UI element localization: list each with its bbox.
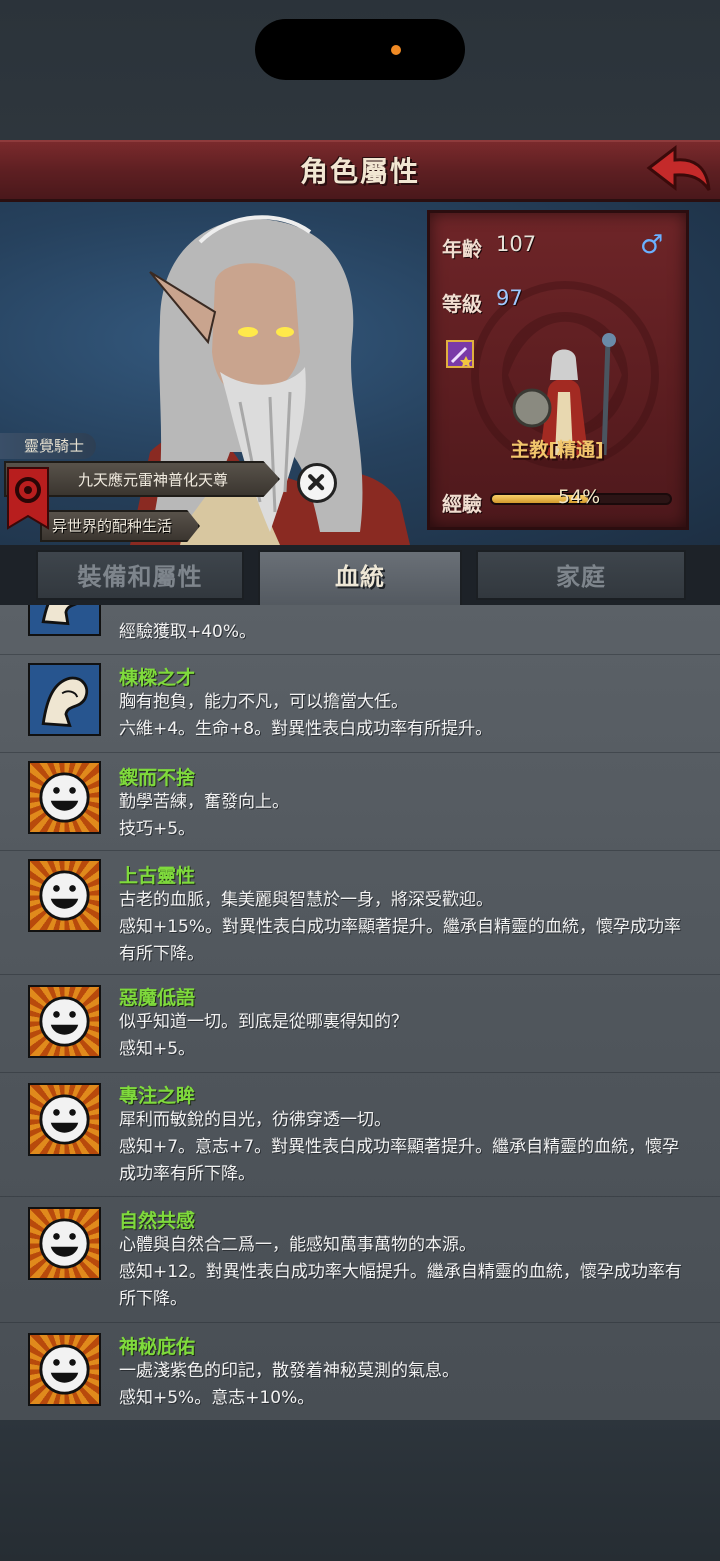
trait-effect: 感知+5。 [119, 1039, 196, 1059]
tab-equipment[interactable]: 裝備和屬性 [36, 550, 244, 600]
class-label: 靈覺騎士 [0, 433, 96, 459]
list-item[interactable]: 鍥而不捨 勤學苦練，奮發向上。 技巧+5。 [0, 753, 720, 851]
list-item[interactable]: 神秘庇佑 一處淺紫色的印記，散發着神秘莫測的氣息。 感知+5%。意志+10%。 [0, 1323, 720, 1420]
character-title: 九天應元雷神普化天尊 [78, 471, 229, 489]
tab-bloodline[interactable]: 血統 [258, 550, 462, 606]
trait-name: 惡魔低語 [119, 987, 196, 1009]
smiley-sun-icon [28, 1207, 101, 1280]
trait-effect: 感知+7。意志+7。對異性表白成功率顯著提升。繼承自精靈的血統，懷孕成功率有所下… [119, 1137, 680, 1184]
trait-desc: 勤學苦練，奮發向上。 [119, 792, 289, 812]
trait-desc: 胸有抱負，能力不凡，可以擔當大任。 [119, 692, 408, 712]
trait-effect: 技巧+5。 [119, 819, 196, 839]
trait-desc: 似乎知道一切。到底是從哪裏得知的？ [119, 1012, 408, 1032]
close-icon[interactable] [297, 463, 337, 503]
privacy-indicator-dot [391, 45, 401, 55]
trait-desc: 一處淺紫色的印記，散發着神秘莫測的氣息。 [119, 1361, 459, 1381]
trait-name: 鍥而不捨 [119, 767, 196, 789]
trait-effect: 感知+5%。意志+10%。 [119, 1388, 315, 1408]
smiley-sun-icon [28, 859, 101, 932]
exp-value: 54% [558, 486, 601, 508]
male-symbol-icon: ♂ [640, 230, 664, 260]
trait-name: 上古靈性 [119, 865, 196, 887]
trait-effect: 感知+15%。對異性表白成功率顯著提升。繼承自精靈的血統，懷孕成功率有所下降。 [119, 917, 682, 964]
trait-desc: 古老的血脈，集美麗與智慧於一身，將深受歡迎。 [119, 890, 493, 910]
trait-effect: 六維+4。生命+8。對異性表白成功率有所提升。 [119, 719, 493, 739]
level-value: 97 [496, 286, 523, 310]
trait-name: 棟樑之才 [119, 667, 196, 689]
age-value: 107 [496, 232, 537, 256]
exp-label: 經驗 [442, 492, 482, 516]
trait-name: 專注之眸 [119, 1085, 196, 1107]
list-item[interactable]: 經驗獲取+40%。 [0, 605, 720, 655]
back-arrow-icon[interactable] [645, 144, 713, 196]
list-item[interactable]: 自然共感 心體與自然合二爲一，能感知萬事萬物的本源。 感知+12。對異性表白成功… [0, 1197, 720, 1323]
list-item[interactable]: 專注之眸 犀利而敏銳的目光，彷彿穿透一切。 感知+7。意志+7。對異性表白成功率… [0, 1073, 720, 1197]
arm-icon [28, 605, 101, 636]
trait-desc: 心體與自然合二爲一，能感知萬事萬物的本源。 [119, 1235, 476, 1255]
trait-effect: 感知+12。對異性表白成功率大幅提升。繼承自精靈的血統，懷孕成功率有所下降。 [119, 1262, 682, 1309]
list-item[interactable]: 惡魔低語 似乎知道一切。到底是從哪裏得知的？ 感知+5。 [0, 975, 720, 1073]
smiley-sun-icon [28, 1083, 101, 1156]
world-name: 异世界的配种生活 [52, 517, 173, 535]
arm-icon [28, 663, 101, 736]
list-item[interactable]: 棟樑之才 胸有抱負，能力不凡，可以擔當大任。 六維+4。生命+8。對異性表白成功… [0, 655, 720, 753]
page-title: 角色屬性 [299, 155, 420, 188]
trait-desc: 犀利而敏銳的目光，彷彿穿透一切。 [119, 1110, 391, 1130]
trait-name: 自然共感 [119, 1210, 196, 1232]
tab-family[interactable]: 家庭 [476, 550, 686, 600]
skill-badge-icon[interactable] [446, 340, 474, 368]
faction-banner-icon [7, 467, 49, 530]
age-label: 年齡 [442, 237, 482, 261]
camera-notch [255, 19, 465, 80]
smiley-sun-icon [28, 985, 101, 1058]
rank-label: 主教[精通] [510, 439, 604, 461]
smiley-sun-icon [28, 1333, 101, 1406]
level-label: 等級 [442, 292, 482, 316]
list-item[interactable]: 上古靈性 古老的血脈，集美麗與智慧於一身，將深受歡迎。 感知+15%。對異性表白… [0, 851, 720, 975]
trait-effect: 經驗獲取+40%。 [119, 622, 257, 642]
smiley-sun-icon [28, 761, 101, 834]
bottom-background [0, 1420, 720, 1561]
trait-list[interactable]: 經驗獲取+40%。 棟樑之才 胸有抱負，能力不凡，可以擔當大任。 六維+4。生命… [0, 605, 720, 1420]
trait-name: 神秘庇佑 [119, 1336, 196, 1358]
